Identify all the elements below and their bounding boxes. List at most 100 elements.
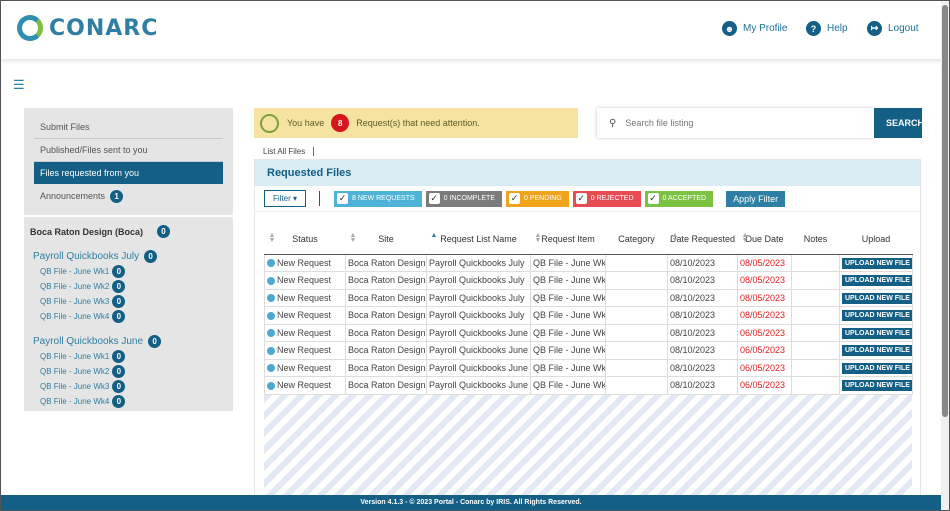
tree-item[interactable]: QB File - June Wk4 0: [30, 395, 227, 408]
my-profile-link[interactable]: ☻ My Profile: [722, 21, 787, 36]
status-text: New Request: [277, 327, 332, 338]
col-notes[interactable]: Notes: [791, 224, 840, 255]
chip-incomplete[interactable]: ✓ 0 INCOMPLETE: [425, 190, 502, 207]
tree-item[interactable]: QB File - June Wk2 0: [30, 365, 227, 378]
cell-due-date: 08/05/2023: [737, 271, 792, 290]
company-item[interactable]: Boca Raton Design (Boca) 0: [30, 225, 227, 238]
apply-filter-button[interactable]: Apply Filter: [726, 190, 786, 207]
header-label: Request Item: [541, 233, 595, 244]
cell-due-date: 08/05/2023: [737, 253, 792, 272]
cell-request-list: Payroll Quickbooks June: [426, 341, 531, 360]
cell-category: [605, 253, 668, 272]
upload-new-file-button[interactable]: UPLOAD NEW FILE: [842, 292, 912, 304]
col-site[interactable]: ▲ ▼ Site: [345, 224, 427, 255]
table-row[interactable]: New Request Boca Raton Design Payroll Quic…: [264, 271, 913, 290]
table-row[interactable]: New Request Boca Raton Design Payroll Quic…: [264, 306, 913, 325]
group-label: Payroll Quickbooks July: [33, 251, 140, 262]
cell-due-date: 06/05/2023: [737, 341, 792, 360]
chip-pending[interactable]: ✓ 0 PENDING: [506, 190, 569, 207]
col-request-list-name[interactable]: ▲ Request List Name: [426, 224, 531, 255]
tree-item[interactable]: QB File - June Wk3 0: [30, 295, 227, 308]
table-row[interactable]: New Request Boca Raton Design Payroll Quic…: [264, 358, 913, 377]
col-category[interactable]: Category: [605, 224, 668, 255]
list-all-files-link[interactable]: List All Files: [263, 147, 315, 157]
sort-icon: ▲ ▼: [671, 232, 679, 244]
tree-item-badge: 0: [112, 395, 126, 408]
upload-new-file-button[interactable]: UPLOAD NEW FILE: [842, 380, 912, 392]
table-row[interactable]: New Request Boca Raton Design Payroll Quic…: [264, 253, 913, 272]
search-button[interactable]: SEARCH: [874, 108, 924, 138]
chip-label: 0 PENDING: [524, 195, 562, 202]
cell-category: [605, 358, 668, 377]
status-text: New Request: [277, 310, 332, 321]
scrollbar-thumb[interactable]: [942, 5, 948, 417]
cell-request-item: QB File - June Wk3: [530, 358, 606, 377]
upload-new-file-button[interactable]: UPLOAD NEW FILE: [842, 345, 912, 357]
help-link[interactable]: ? Help: [806, 21, 848, 36]
sidebar-item-files-requested[interactable]: Files requested from you: [34, 162, 223, 184]
chip-new-requests[interactable]: ✓ 8 NEW REQUESTS: [334, 190, 422, 207]
announcements-label: Announcements: [40, 191, 106, 201]
filter-dropdown[interactable]: Filter ▾: [264, 190, 307, 207]
cell-date-requested: 08/10/2023: [667, 253, 738, 272]
cell-request-item: QB File - June Wk4: [530, 306, 606, 325]
cell-date-requested: 08/10/2023: [667, 288, 738, 307]
upload-new-file-button[interactable]: UPLOAD NEW FILE: [842, 310, 912, 322]
col-request-item[interactable]: ▲ ▼ Request Item: [530, 224, 606, 255]
status-dot-icon: [267, 364, 275, 373]
cell-site: Boca Raton Design: [345, 288, 427, 307]
sidebar-item-announcements[interactable]: Announcements 1: [34, 184, 223, 209]
upload-new-file-button[interactable]: UPLOAD NEW FILE: [842, 327, 912, 339]
cell-notes: [791, 253, 840, 272]
cell-upload: UPLOAD NEW FILE: [839, 288, 913, 307]
tree-item[interactable]: QB File - June Wk2 0: [30, 280, 227, 293]
cell-category: [605, 341, 668, 360]
table-row[interactable]: New Request Boca Raton Design Payroll Quic…: [264, 323, 913, 342]
upload-new-file-button[interactable]: UPLOAD NEW FILE: [842, 257, 912, 269]
tree-item[interactable]: QB File - June Wk1 0: [30, 350, 227, 363]
group-payroll-july[interactable]: Payroll Quickbooks July 0: [30, 250, 227, 263]
col-status[interactable]: ▲ ▼ Status: [264, 224, 346, 255]
cell-request-list: Payroll Quickbooks July: [426, 306, 531, 325]
group-badge: 0: [148, 335, 162, 348]
header-label: Site: [378, 233, 394, 244]
cell-site: Boca Raton Design: [345, 341, 427, 360]
filter-bar: Filter ▾ ✓ 8 NEW REQUESTS ✓ 0 INCOMPLETE ✓…: [255, 186, 920, 212]
table-row[interactable]: New Request Boca Raton Design Payroll Quic…: [264, 341, 913, 360]
header-label: Status: [292, 233, 318, 244]
cell-notes: [791, 323, 840, 342]
chip-rejected[interactable]: ✓ 0 REJECTED: [572, 190, 641, 207]
tree-item-label: QB File - June Wk4: [40, 397, 110, 406]
upload-new-file-button[interactable]: UPLOAD NEW FILE: [842, 362, 912, 374]
sidebar-item-published-files[interactable]: Published/Files sent to you: [34, 139, 223, 162]
tree-item[interactable]: QB File - June Wk1 0: [30, 265, 227, 278]
col-date-requested[interactable]: ▲ ▼ Date Requested: [667, 224, 738, 255]
tree-item[interactable]: QB File - June Wk4 0: [30, 310, 227, 323]
cell-request-item: QB File - June Wk1: [530, 253, 606, 272]
menu-collapse-icon[interactable]: ☰: [13, 78, 29, 92]
sidebar-item-submit-files[interactable]: Submit Files: [34, 116, 223, 139]
table-row[interactable]: New Request Boca Raton Design Payroll Quic…: [264, 376, 913, 395]
upload-new-file-button[interactable]: UPLOAD NEW FILE: [842, 275, 912, 287]
tree-item-badge: 0: [112, 280, 126, 293]
status-text: New Request: [277, 380, 332, 391]
sort-icon: ▲ ▼: [349, 232, 357, 244]
status-dot-icon: [267, 311, 275, 320]
logout-link[interactable]: ↦ Logout: [867, 21, 919, 36]
cell-category: [605, 306, 668, 325]
chip-accepted[interactable]: ✓ 0 ACCEPTED: [644, 190, 714, 207]
tree-item-label: QB File - June Wk3: [40, 382, 110, 391]
conarc-logo[interactable]: CONARC: [17, 15, 158, 41]
col-due-date[interactable]: ▲ ▼ Due Date: [737, 224, 792, 255]
cell-date-requested: 08/10/2023: [667, 341, 738, 360]
table-row[interactable]: New Request Boca Raton Design Payroll Quic…: [264, 288, 913, 307]
page-scrollbar[interactable]: [941, 1, 949, 510]
tree-item[interactable]: QB File - June Wk3 0: [30, 380, 227, 393]
checkbox-icon: ✓: [509, 193, 520, 204]
person-icon: ☻: [722, 21, 737, 36]
search-input[interactable]: [625, 118, 856, 128]
sort-icon: ▲ ▼: [534, 232, 542, 244]
group-payroll-june[interactable]: Payroll Quickbooks June 0: [30, 335, 227, 348]
cell-site: Boca Raton Design: [345, 306, 427, 325]
sidebar-nav: Submit Files Published/Files sent to you…: [24, 108, 233, 215]
